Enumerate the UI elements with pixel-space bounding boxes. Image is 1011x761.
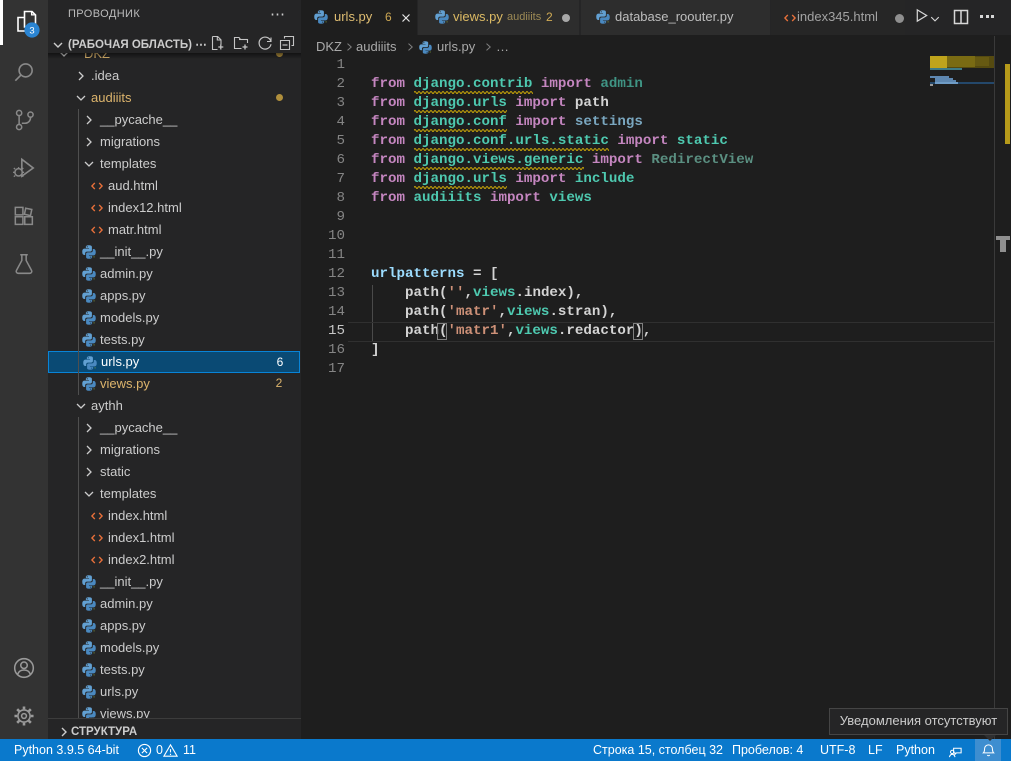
svg-text:3: 3 (29, 26, 34, 37)
